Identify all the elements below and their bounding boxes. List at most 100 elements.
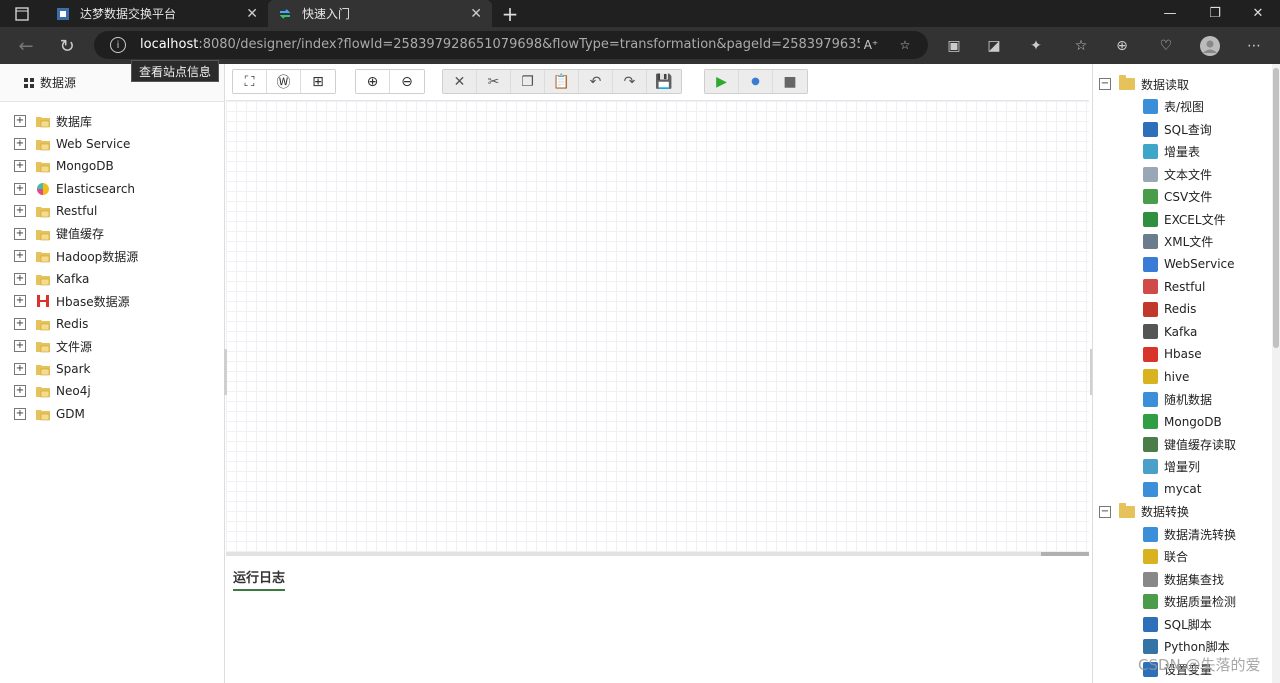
component-item[interactable]: 数据质量检测 — [1143, 592, 1236, 612]
component-item[interactable]: 联合 — [1143, 547, 1188, 567]
browser-essentials-icon[interactable]: ♡ — [1156, 36, 1176, 56]
datasource-item[interactable]: + Elasticsearch — [14, 178, 135, 200]
expand-icon[interactable]: + — [14, 317, 26, 330]
datasource-item[interactable]: + 文件源 — [14, 335, 92, 357]
expand-icon[interactable]: + — [14, 115, 26, 127]
expand-icon[interactable]: + — [14, 137, 26, 150]
wordpress-icon[interactable]: Ⓦ — [267, 70, 301, 93]
datasource-item[interactable]: + MongoDB — [14, 155, 114, 177]
component-icon — [1143, 256, 1158, 272]
datasource-item[interactable]: + Web Service — [14, 133, 130, 155]
component-item[interactable]: 增量列 — [1143, 457, 1200, 477]
undo-icon[interactable]: ↶ — [579, 70, 613, 93]
component-item[interactable]: 表/视图 — [1143, 97, 1204, 117]
component-item[interactable]: 文本文件 — [1143, 164, 1212, 184]
grid-layout-icon[interactable]: ⊞ — [301, 70, 335, 93]
design-canvas[interactable] — [226, 100, 1089, 552]
component-item[interactable]: mycat — [1143, 479, 1201, 499]
extensions-puzzle-icon[interactable]: ✦ — [1026, 36, 1046, 56]
canvas-horizontal-scrollbar[interactable] — [226, 552, 1089, 556]
url-field[interactable]: i localhost:8080/designer/index?flowId=2… — [94, 31, 928, 59]
datasource-item[interactable]: + Kafka — [14, 268, 89, 290]
extension-icon[interactable]: ▣ — [944, 36, 964, 56]
tab-run-log[interactable]: 运行日志 — [233, 567, 286, 591]
expand-icon[interactable]: + — [14, 340, 26, 352]
tab-actions-icon[interactable] — [2, 0, 42, 27]
datasource-item[interactable]: + Redis — [14, 313, 88, 335]
datasource-item[interactable]: + 数据库 — [14, 110, 92, 132]
component-item[interactable]: 随机数据 — [1143, 389, 1212, 409]
component-item[interactable]: 键值缓存读取 — [1143, 434, 1236, 454]
component-item[interactable]: 增量表 — [1143, 142, 1200, 162]
minimize-icon[interactable]: — — [1150, 0, 1190, 27]
close-tab-icon[interactable]: ✕ — [246, 6, 258, 22]
cut-icon[interactable]: ✂ — [477, 70, 511, 93]
expand-icon[interactable]: + — [14, 385, 26, 397]
expand-icon[interactable]: + — [14, 295, 26, 307]
component-category[interactable]: − 数据转换 — [1099, 502, 1189, 522]
favorites-icon[interactable]: ☆ — [1071, 36, 1091, 56]
close-tab-icon[interactable]: ✕ — [470, 6, 482, 22]
fullscreen-icon[interactable]: ⛶ — [233, 70, 267, 93]
datasource-item[interactable]: + Restful — [14, 200, 97, 222]
back-icon[interactable]: ← — [13, 33, 39, 59]
expand-icon[interactable]: + — [14, 205, 26, 217]
collapse-icon[interactable]: − — [1099, 78, 1111, 90]
left-panel-splitter[interactable] — [224, 349, 227, 395]
component-item[interactable]: 数据集查找 — [1143, 569, 1224, 589]
component-item[interactable]: hive — [1143, 367, 1189, 387]
component-item[interactable]: Hbase — [1143, 344, 1202, 364]
save-icon[interactable]: 💾 — [647, 70, 681, 93]
component-item[interactable]: Redis — [1143, 299, 1196, 319]
zoom-tools: ⊕ ⊖ — [355, 69, 425, 94]
component-item[interactable]: MongoDB — [1143, 412, 1222, 432]
delete-icon[interactable]: ✕ — [443, 70, 477, 93]
component-item[interactable]: WebService — [1143, 254, 1235, 274]
run-icon[interactable]: ▶ — [705, 70, 739, 93]
pocket-icon[interactable]: ◪ — [984, 36, 1004, 56]
new-tab-icon[interactable]: + — [498, 0, 522, 27]
close-window-icon[interactable]: ✕ — [1238, 0, 1278, 27]
tab-quickstart[interactable]: 快速入门 ✕ — [268, 0, 492, 27]
datasource-item[interactable]: + 键值缓存 — [14, 223, 104, 245]
expand-icon[interactable]: + — [14, 407, 26, 420]
component-panel-scrollbar[interactable] — [1272, 64, 1280, 683]
read-aloud-icon[interactable]: A⁺ — [862, 36, 880, 54]
datasource-item[interactable]: + GDM — [14, 403, 85, 425]
expand-icon[interactable]: + — [14, 362, 26, 375]
favorite-add-icon[interactable]: ☆ — [896, 36, 914, 54]
component-item[interactable]: SQL查询 — [1143, 119, 1212, 139]
expand-icon[interactable]: + — [14, 182, 26, 195]
collections-icon[interactable]: ⊕ — [1112, 36, 1132, 56]
site-info-icon[interactable]: i — [110, 37, 126, 53]
component-item[interactable]: CSV文件 — [1143, 187, 1212, 207]
component-item[interactable]: Restful — [1143, 277, 1205, 297]
component-item[interactable]: Kafka — [1143, 322, 1197, 342]
datasource-item[interactable]: + Spark — [14, 358, 90, 380]
debug-icon[interactable]: ● — [739, 70, 773, 93]
component-item[interactable]: EXCEL文件 — [1143, 209, 1226, 229]
redo-icon[interactable]: ↷ — [613, 70, 647, 93]
datasource-item[interactable]: + Neo4j — [14, 380, 91, 402]
datasource-item[interactable]: + Hbase数据源 — [14, 290, 130, 312]
collapse-icon[interactable]: − — [1099, 505, 1111, 518]
paste-icon[interactable]: 📋 — [545, 70, 579, 93]
stop-icon[interactable]: ■ — [773, 70, 807, 93]
restore-icon[interactable]: ❐ — [1195, 0, 1235, 27]
expand-icon[interactable]: + — [14, 272, 26, 285]
reload-icon[interactable]: ↻ — [54, 33, 80, 59]
profile-avatar-icon[interactable] — [1200, 36, 1220, 56]
datasource-item[interactable]: + Hadoop数据源 — [14, 245, 138, 267]
zoom-in-icon[interactable]: ⊕ — [356, 70, 390, 93]
copy-icon[interactable]: ❐ — [511, 70, 545, 93]
zoom-out-icon[interactable]: ⊖ — [390, 70, 424, 93]
component-item[interactable]: 数据清洗转换 — [1143, 524, 1236, 544]
component-category[interactable]: − 数据读取 — [1099, 74, 1189, 94]
tab-dm-platform[interactable]: 达梦数据交换平台 ✕ — [46, 0, 268, 27]
expand-icon[interactable]: + — [14, 160, 26, 172]
expand-icon[interactable]: + — [14, 227, 26, 240]
expand-icon[interactable]: + — [14, 250, 26, 262]
more-menu-icon[interactable]: ⋯ — [1244, 36, 1264, 56]
component-item[interactable]: SQL脚本 — [1143, 614, 1212, 634]
component-item[interactable]: XML文件 — [1143, 232, 1213, 252]
